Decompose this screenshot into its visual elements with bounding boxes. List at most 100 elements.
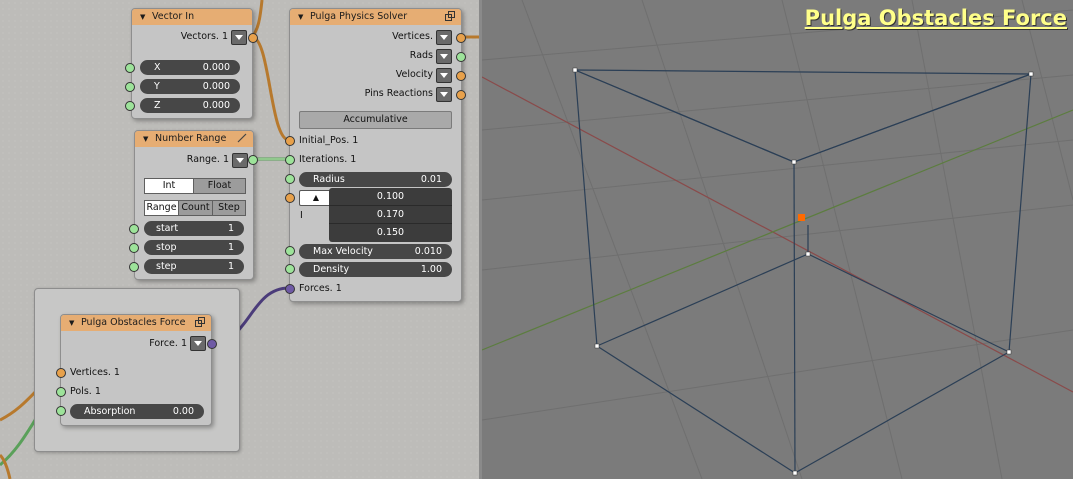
y-field[interactable]: Y 0.000 — [140, 79, 240, 94]
x-axis-line — [482, 76, 1073, 393]
z-field[interactable]: Z 0.000 — [140, 98, 240, 113]
absorption-field[interactable]: Absorption 0.00 — [70, 404, 204, 419]
density-value: 1.00 — [420, 264, 442, 275]
pols-input-socket[interactable] — [56, 387, 66, 397]
vertices-input-socket[interactable] — [56, 368, 66, 378]
iterations-input-socket[interactable] — [285, 155, 295, 165]
z-value: 0.000 — [202, 100, 230, 111]
collapse-arrow-icon[interactable]: ▼ — [298, 9, 303, 25]
radius-label: Radius — [313, 174, 345, 185]
vector-in-header[interactable]: ▼ Vector In — [132, 9, 252, 25]
x-field[interactable]: X 0.000 — [140, 60, 240, 75]
popup-value-2[interactable]: 0.170 — [329, 205, 452, 224]
vertices-dropdown[interactable] — [436, 30, 452, 45]
slash-icon — [237, 133, 247, 143]
range-dropdown[interactable] — [232, 153, 248, 168]
int-toggle[interactable]: Int — [144, 178, 194, 194]
count-mode-button[interactable]: Count — [178, 200, 213, 216]
pins-reactions-output-socket[interactable] — [456, 90, 466, 100]
vector-in-node[interactable]: ▼ Vector In Vectors. 1 X 0.000 Y 0.000 Z… — [131, 8, 253, 119]
stop-label: stop — [156, 242, 177, 253]
accumulative-button[interactable]: Accumulative — [299, 111, 452, 129]
vertices-input-label: Vertices. 1 — [70, 367, 120, 378]
force-dropdown[interactable] — [190, 336, 206, 351]
force-output-socket[interactable] — [207, 339, 217, 349]
y-label: Y — [154, 81, 160, 92]
popup-value-3[interactable]: 0.150 — [329, 223, 452, 242]
number-range-title: Number Range — [155, 133, 227, 144]
float-toggle[interactable]: Float — [193, 178, 246, 194]
number-range-header[interactable]: ▼ Number Range — [135, 131, 253, 147]
velocity-output-socket[interactable] — [456, 71, 466, 81]
popup-value-1[interactable]: 0.100 — [329, 188, 452, 206]
stop-value: 1 — [227, 242, 234, 253]
step-field[interactable]: step 1 — [144, 259, 244, 274]
pins-reactions-dropdown[interactable] — [436, 87, 452, 102]
velocity-dropdown[interactable] — [436, 68, 452, 83]
start-label: start — [156, 223, 179, 234]
viewport-scene — [482, 0, 1073, 479]
vector-collapse-button[interactable]: ▲ — [299, 190, 333, 206]
obstacles-header[interactable]: ▼ Pulga Obstacles Force — [61, 315, 211, 331]
physics-solver-node[interactable]: ▼ Pulga Physics Solver Vertices. Rads Ve… — [289, 8, 462, 302]
radius-value: 0.01 — [420, 174, 442, 185]
collapse-arrow-icon[interactable]: ▼ — [143, 131, 148, 147]
radius-input-socket[interactable] — [285, 174, 295, 184]
number-range-node[interactable]: ▼ Number Range Range. 1 Int Float Range … — [134, 130, 254, 280]
stop-input-socket[interactable] — [129, 243, 139, 253]
density-label: Density — [313, 264, 350, 275]
range-output-socket[interactable] — [248, 155, 258, 165]
truncated-label: I — [300, 210, 303, 221]
pols-input-label: Pols. 1 — [70, 386, 101, 397]
stop-field[interactable]: stop 1 — [144, 240, 244, 255]
vector-input-socket[interactable] — [285, 193, 295, 203]
node-editor[interactable]: ▼ Vector In Vectors. 1 X 0.000 Y 0.000 Z… — [0, 0, 479, 479]
step-input-socket[interactable] — [129, 262, 139, 272]
force-output-label: Force. 1 — [149, 338, 187, 349]
vertices-output-socket[interactable] — [456, 33, 466, 43]
x-input-socket[interactable] — [125, 63, 135, 73]
range-mode-button[interactable]: Range — [144, 200, 179, 216]
y-input-socket[interactable] — [125, 82, 135, 92]
radius-field[interactable]: Radius 0.01 — [299, 172, 452, 187]
absorption-value: 0.00 — [172, 406, 194, 417]
max-velocity-input-socket[interactable] — [285, 246, 295, 256]
x-value: 0.000 — [202, 62, 230, 73]
max-velocity-field[interactable]: Max Velocity 0.010 — [299, 244, 452, 259]
velocity-output-label: Velocity — [395, 69, 433, 80]
rads-output-label: Rads — [409, 50, 433, 61]
rads-dropdown[interactable] — [436, 49, 452, 64]
step-label: step — [156, 261, 177, 272]
origin-marker — [798, 214, 805, 221]
rads-output-socket[interactable] — [456, 52, 466, 62]
absorption-input-socket[interactable] — [56, 406, 66, 416]
collapse-arrow-icon[interactable]: ▼ — [140, 9, 145, 25]
3d-viewport[interactable]: Pulga Obstacles Force — [482, 0, 1073, 479]
vertices-output-label: Vertices. — [392, 31, 433, 42]
solver-title: Pulga Physics Solver — [310, 11, 408, 22]
z-input-socket[interactable] — [125, 101, 135, 111]
obstacles-title: Pulga Obstacles Force — [81, 317, 186, 328]
collapse-arrow-icon[interactable]: ▼ — [69, 315, 74, 331]
obstacles-force-node[interactable]: ▼ Pulga Obstacles Force Force. 1 Vertice… — [60, 314, 212, 426]
start-input-socket[interactable] — [129, 224, 139, 234]
vectors-output-socket[interactable] — [248, 33, 258, 43]
step-mode-button[interactable]: Step — [212, 200, 246, 216]
vector-values-popup[interactable]: 0.100 0.170 0.150 — [329, 188, 452, 242]
density-field[interactable]: Density 1.00 — [299, 262, 452, 277]
link-top-wire — [250, 0, 264, 38]
start-field[interactable]: start 1 — [144, 221, 244, 236]
forces-label: Forces. 1 — [299, 283, 342, 294]
step-value: 1 — [227, 261, 234, 272]
range-output-label: Range. 1 — [186, 154, 229, 165]
cube-vertices — [572, 67, 1034, 476]
iterations-label: Iterations. 1 — [299, 154, 357, 165]
initial-pos-input-socket[interactable] — [285, 136, 295, 146]
forces-input-socket[interactable] — [285, 284, 295, 294]
node-group-icon — [195, 317, 205, 327]
x-label: X — [154, 62, 161, 73]
density-input-socket[interactable] — [285, 264, 295, 274]
solver-header[interactable]: ▼ Pulga Physics Solver — [290, 9, 461, 25]
vectors-dropdown[interactable] — [231, 30, 247, 45]
vectors-output-label: Vectors. 1 — [180, 31, 228, 42]
